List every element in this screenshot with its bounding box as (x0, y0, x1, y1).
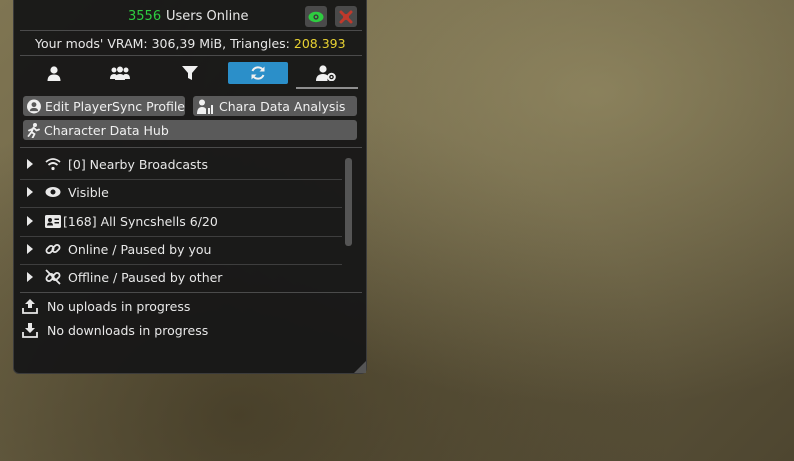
id-card-icon (45, 213, 61, 229)
tab-active-underline (296, 87, 358, 89)
disconnect-button[interactable] (335, 6, 357, 27)
link-icon (45, 241, 61, 257)
triangles-value: 208.393 (293, 36, 346, 51)
user-settings-icon (316, 65, 336, 81)
group-list-scrollbar[interactable] (345, 158, 352, 246)
users-online-label: Users Online (166, 9, 249, 24)
tab-syncshells[interactable] (90, 62, 150, 84)
users-icon (110, 66, 130, 80)
vram-info: Your mods' VRAM: 306,39 MiB, Triangles: … (35, 36, 346, 51)
refresh-icon (251, 66, 265, 80)
eye-icon (308, 11, 324, 22)
running-icon (27, 122, 40, 138)
expand-arrow-icon (27, 272, 33, 282)
eye-icon (45, 184, 61, 200)
edit-profile-label: Edit PlayerSync Profile (44, 98, 185, 114)
list-divider (20, 292, 362, 293)
buttons-divider (20, 147, 362, 148)
group-label: Offline / Paused by other (68, 270, 223, 285)
playersync-panel: 3556 Users Online Your mods' VRAM: 306,3… (13, 0, 367, 374)
group-offline-paused[interactable]: Offline / Paused by other (14, 265, 352, 291)
chara-analysis-label: Chara Data Analysis (219, 98, 346, 114)
chara-analysis-button[interactable]: Chara Data Analysis (193, 96, 357, 116)
tab-individual-pairs[interactable] (24, 62, 84, 84)
group-nearby-broadcasts[interactable]: [0] Nearby Broadcasts (14, 152, 352, 178)
group-label: [0] Nearby Broadcasts (68, 157, 208, 172)
edit-profile-button[interactable]: Edit PlayerSync Profile (23, 96, 185, 116)
filter-icon (182, 66, 198, 80)
wifi-icon (45, 156, 61, 172)
vram-divider (20, 55, 362, 56)
tab-filter[interactable] (160, 62, 220, 84)
character-hub-button[interactable]: Character Data Hub (23, 120, 357, 140)
group-label: Online / Paused by you (68, 242, 212, 257)
downloads-label: No downloads in progress (47, 323, 209, 338)
expand-arrow-icon (27, 159, 33, 169)
visibility-toggle-button[interactable] (305, 6, 327, 27)
resize-grip[interactable] (354, 361, 366, 373)
users-online-count: 3556 (128, 9, 162, 24)
uploads-label: No uploads in progress (47, 299, 191, 314)
expand-arrow-icon (27, 187, 33, 197)
tab-user-settings[interactable] (296, 62, 356, 84)
expand-arrow-icon (27, 244, 33, 254)
status-header: 3556 Users Online (14, 0, 366, 30)
row-divider (20, 207, 342, 208)
group-all-syncshells[interactable]: [168] All Syncshells 6/20 (14, 209, 352, 235)
tab-refresh[interactable] (228, 62, 288, 84)
download-icon (22, 322, 38, 338)
unlink-icon (45, 269, 61, 285)
upload-icon (22, 298, 38, 314)
expand-arrow-icon (27, 216, 33, 226)
header-divider (20, 30, 362, 31)
character-hub-label: Character Data Hub (44, 122, 169, 138)
disconnect-icon (339, 10, 353, 23)
group-online-paused[interactable]: Online / Paused by you (14, 237, 352, 263)
user-chart-icon (197, 99, 213, 114)
group-visible[interactable]: Visible (14, 180, 352, 206)
user-icon (47, 65, 61, 81)
group-label: [168] All Syncshells 6/20 (63, 214, 218, 229)
user-circle-icon (27, 99, 41, 113)
group-label: Visible (68, 185, 109, 200)
vram-text: Your mods' VRAM: 306,39 MiB, Triangles: (35, 36, 294, 51)
